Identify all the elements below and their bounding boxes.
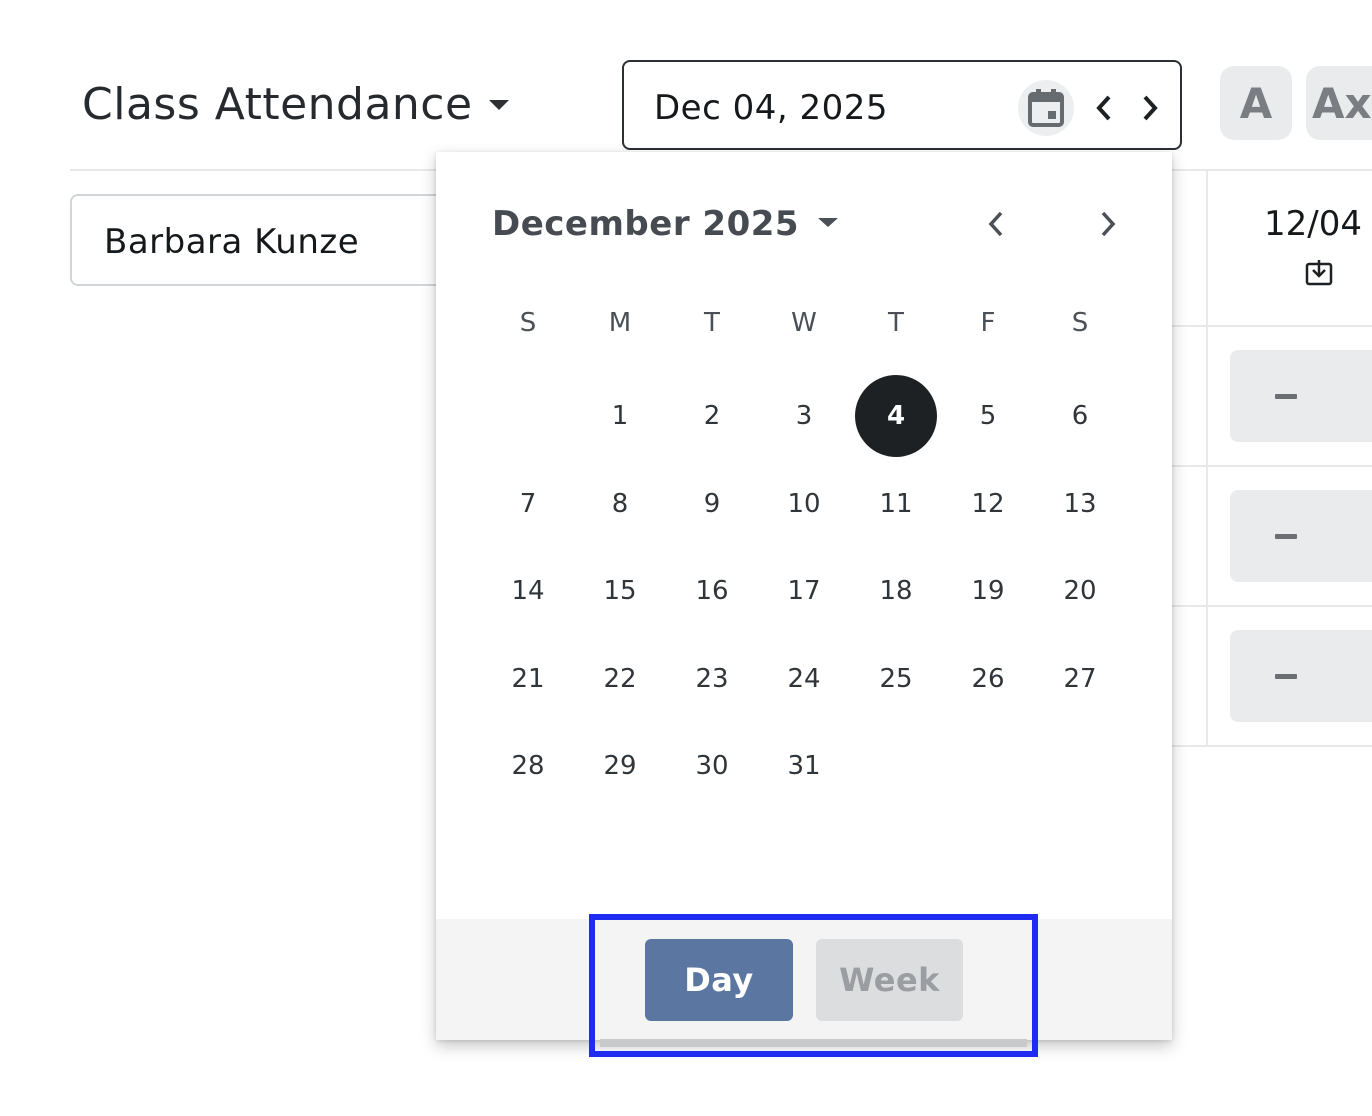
- calendar-day[interactable]: 3: [763, 375, 845, 457]
- calendar-day[interactable]: 10: [763, 463, 845, 545]
- calendar-day[interactable]: 19: [947, 550, 1029, 632]
- student-name-cell[interactable]: Barbara Kunze: [70, 194, 470, 286]
- calendar-day[interactable]: 6: [1039, 375, 1121, 457]
- weekday-label: F: [980, 308, 996, 338]
- weekday-label: T: [704, 308, 720, 338]
- calendar-day[interactable]: 31: [763, 725, 845, 807]
- chevron-down-icon: [488, 100, 509, 110]
- weekday-label: W: [791, 308, 817, 338]
- calendar-day[interactable]: 29: [579, 725, 661, 807]
- calendar-day[interactable]: 27: [1039, 638, 1121, 720]
- student-name: Barbara Kunze: [104, 222, 360, 262]
- row-divider: [1172, 745, 1372, 747]
- day-view-button[interactable]: Day: [645, 939, 793, 1021]
- calendar-day[interactable]: 8: [579, 463, 661, 545]
- calendar-day[interactable]: 14: [487, 550, 569, 632]
- calendar-day[interactable]: 24: [763, 638, 845, 720]
- date-value: Dec 04, 2025: [654, 88, 889, 128]
- chevron-left-icon[interactable]: [1084, 88, 1124, 128]
- next-month-icon[interactable]: [1088, 204, 1128, 244]
- calendar-day[interactable]: 15: [579, 550, 661, 632]
- calendar-day[interactable]: 1: [579, 375, 661, 457]
- date-picker-field[interactable]: Dec 04, 2025: [622, 60, 1182, 150]
- weekday-label: S: [1071, 308, 1089, 338]
- weekday-label: T: [888, 308, 904, 338]
- calendar-day-selected[interactable]: 4: [855, 375, 937, 457]
- calendar-day[interactable]: 7: [487, 463, 569, 545]
- calendar-day[interactable]: 16: [671, 550, 753, 632]
- dash-icon: [1275, 393, 1297, 399]
- font-size-label: A: [1239, 78, 1273, 128]
- column-date-header: 12/04: [1264, 204, 1362, 244]
- calendar-day[interactable]: 25: [855, 638, 937, 720]
- attendance-status-button[interactable]: [1230, 350, 1372, 442]
- column-divider: [1206, 171, 1208, 746]
- calendar-day[interactable]: 30: [671, 725, 753, 807]
- dash-icon: [1275, 673, 1297, 679]
- calendar-day[interactable]: 17: [763, 550, 845, 632]
- calendar-day[interactable]: 11: [855, 463, 937, 545]
- calendar-day[interactable]: 23: [671, 638, 753, 720]
- calendar-day[interactable]: 12: [947, 463, 1029, 545]
- prev-month-icon[interactable]: [976, 204, 1016, 244]
- row-divider: [1172, 605, 1372, 607]
- weekday-label: M: [608, 308, 632, 338]
- attendance-status-button[interactable]: [1230, 490, 1372, 582]
- month-label[interactable]: December 2025: [492, 204, 799, 244]
- calendar-icon[interactable]: [1018, 80, 1074, 136]
- page-title[interactable]: Class Attendance: [82, 76, 509, 132]
- weekday-label: S: [519, 308, 537, 338]
- chevron-right-icon[interactable]: [1130, 88, 1170, 128]
- calendar-day[interactable]: 22: [579, 638, 661, 720]
- week-view-button[interactable]: Week: [816, 939, 963, 1021]
- row-divider: [1172, 465, 1372, 467]
- font-size-large-label: Ax: [1312, 78, 1372, 128]
- calendar-day[interactable]: 13: [1039, 463, 1121, 545]
- font-size-button[interactable]: A: [1220, 66, 1292, 140]
- calendar-footer: Day Week: [436, 919, 1172, 1040]
- attendance-status-button[interactable]: [1230, 630, 1372, 722]
- day-view-label: Day: [684, 961, 754, 999]
- download-icon[interactable]: [1304, 259, 1334, 291]
- row-divider: [1172, 325, 1372, 327]
- footer-scrollbar: [600, 1039, 1027, 1047]
- calendar-day[interactable]: 28: [487, 725, 569, 807]
- font-size-large-button[interactable]: Ax: [1306, 66, 1372, 140]
- calendar-day[interactable]: 26: [947, 638, 1029, 720]
- calendar-day[interactable]: 21: [487, 638, 569, 720]
- calendar-day[interactable]: 5: [947, 375, 1029, 457]
- week-view-label: Week: [839, 961, 940, 999]
- dash-icon: [1275, 533, 1297, 539]
- page-title-label: Class Attendance: [82, 78, 473, 130]
- calendar-day[interactable]: 20: [1039, 550, 1121, 632]
- chevron-down-icon[interactable]: [818, 218, 838, 227]
- calendar-popup: December 2025 SMTWTFS 1 2 3 4 5 6 7 8 9 10 11 12 13 1…: [436, 152, 1172, 1040]
- calendar-day[interactable]: 2: [671, 375, 753, 457]
- calendar-day[interactable]: 18: [855, 550, 937, 632]
- calendar-day[interactable]: 9: [671, 463, 753, 545]
